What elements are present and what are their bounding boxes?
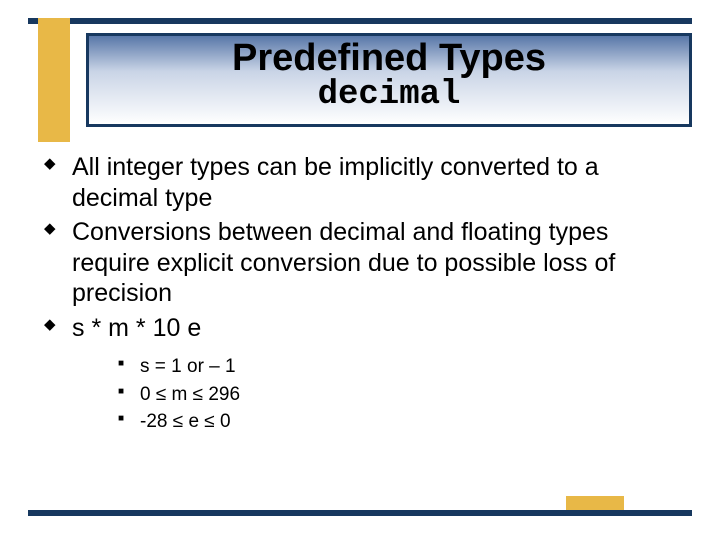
bullet-item: s * m * 10 e s = 1 or – 1 0 ≤ m ≤ 296 -2…: [38, 313, 690, 436]
sub-bullet-item: -28 ≤ e ≤ 0: [116, 408, 690, 436]
sub-bullet-text: 0 ≤ m ≤ 296: [140, 384, 240, 405]
sub-bullet-text: s = 1 or – 1: [140, 356, 236, 377]
bullet-item: Conversions between decimal and floating…: [38, 217, 690, 309]
sub-bullet-list: s = 1 or – 1 0 ≤ m ≤ 296 -28 ≤ e ≤ 0: [116, 353, 690, 436]
content-area: All integer types can be implicitly conv…: [38, 152, 690, 440]
slide-title: Predefined Types: [89, 38, 689, 80]
sub-bullet-item: s = 1 or – 1: [116, 353, 690, 381]
bullet-item: All integer types can be implicitly conv…: [38, 152, 690, 213]
slide-subtitle: decimal: [89, 78, 689, 112]
top-rule: [28, 18, 692, 24]
bottom-rule: [28, 510, 692, 516]
sub-bullet-item: 0 ≤ m ≤ 296: [116, 381, 690, 409]
bullet-text: s * m * 10 e: [72, 314, 201, 342]
bullet-list: All integer types can be implicitly conv…: [38, 152, 690, 436]
slide: Predefined Types decimal All integer typ…: [0, 0, 720, 540]
sub-bullet-text: -28 ≤ e ≤ 0: [140, 411, 231, 432]
bullet-text: All integer types can be implicitly conv…: [72, 153, 599, 212]
left-accent-bar: [38, 18, 70, 142]
title-box: Predefined Types decimal: [86, 33, 692, 127]
bullet-text: Conversions between decimal and floating…: [72, 218, 615, 307]
